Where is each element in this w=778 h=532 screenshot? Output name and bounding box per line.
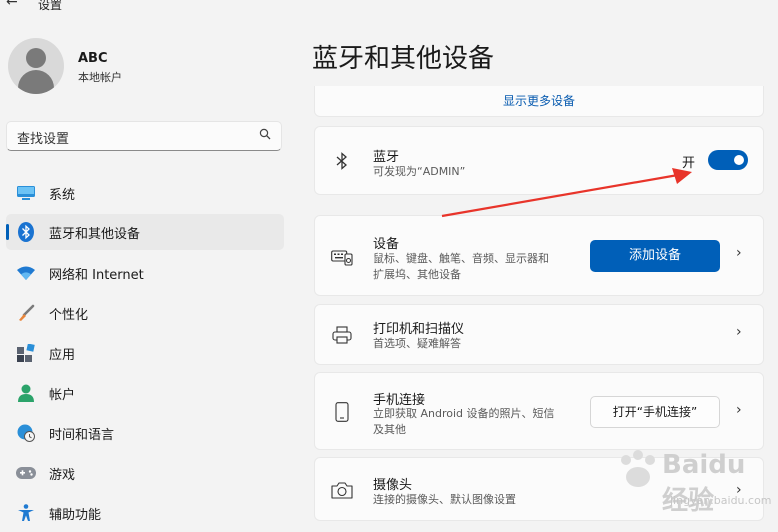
sidebar-item-label: 帐户 [49, 388, 76, 403]
avatar-body [18, 70, 54, 94]
page-title: 蓝牙和其他设备 [312, 44, 495, 74]
chevron-right-icon: › [736, 324, 742, 340]
sidebar-item-apps[interactable]: 应用 [6, 335, 284, 371]
person-icon [16, 383, 36, 403]
sidebar-item-label: 蓝牙和其他设备 [49, 227, 141, 242]
printers-subtitle: 首选项、疑难解答 [373, 337, 461, 350]
globe-clock-icon [16, 423, 36, 443]
bluetooth-toggle[interactable] [708, 150, 748, 170]
keyboard-speaker-icon [331, 246, 353, 268]
sidebar-item-label: 游戏 [49, 468, 76, 483]
monitor-icon [16, 183, 36, 203]
brush-icon [16, 303, 36, 323]
wifi-icon [16, 263, 36, 283]
sidebar-item-system[interactable]: 系统 [6, 175, 284, 211]
baidu-watermark: Baidu经验 jingyan.baidu.com [614, 448, 772, 520]
add-device-button[interactable]: 添加设备 [590, 240, 720, 272]
toggle-knob [734, 155, 744, 165]
devices-subtitle-line1: 鼠标、键盘、触笔、音频、显示器和 [373, 252, 549, 265]
sidebar-item-accounts[interactable]: 帐户 [6, 375, 284, 411]
show-more-devices-label: 显示更多设备 [502, 94, 575, 108]
open-phone-link-button[interactable]: 打开“手机连接” [590, 396, 720, 428]
annotation-arrow [441, 168, 692, 218]
accessibility-icon [16, 503, 36, 523]
watermark-url: jingyan.baidu.com [670, 494, 772, 507]
camera-icon [331, 479, 353, 501]
gamepad-icon [16, 463, 36, 483]
sidebar-item-label: 网络和 Internet [49, 268, 144, 283]
search-placeholder: 查找设置 [17, 132, 70, 147]
avatar[interactable] [8, 38, 64, 94]
phone-link-subtitle-line2: 及其他 [373, 423, 406, 436]
chevron-right-icon: › [736, 245, 742, 261]
apps-icon [16, 343, 36, 363]
show-more-devices-link[interactable]: 显示更多设备 [314, 86, 764, 117]
sidebar-item-label: 时间和语言 [49, 428, 115, 443]
printer-icon [331, 324, 353, 346]
sidebar-item-label: 应用 [49, 348, 76, 363]
printers-card[interactable]: 打印机和扫描仪 首选项、疑难解答 › [314, 304, 764, 365]
phone-link-subtitle-line1: 立即获取 Android 设备的照片、短信 [373, 407, 555, 420]
sidebar-item-bluetooth[interactable]: 蓝牙和其他设备 [6, 214, 284, 250]
bluetooth-title: 蓝牙 [373, 150, 400, 165]
camera-subtitle: 连接的摄像头、默认图像设置 [373, 493, 516, 506]
sidebar-item-label: 系统 [49, 188, 76, 203]
search-icon [259, 128, 271, 143]
sidebar-item-network[interactable]: 网络和 Internet [6, 255, 284, 291]
camera-title: 摄像头 [373, 478, 413, 493]
window-title: 设置 [38, 0, 63, 12]
bluetooth-icon [16, 222, 36, 242]
avatar-head [26, 48, 46, 68]
printers-title: 打印机和扫描仪 [373, 322, 465, 337]
user-name: ABC [78, 51, 108, 66]
bluetooth-icon [331, 150, 353, 172]
sidebar-item-label: 个性化 [49, 308, 89, 323]
sidebar-item-gaming[interactable]: 游戏 [6, 455, 284, 491]
account-type: 本地帐户 [78, 71, 122, 84]
back-button[interactable]: ← [6, 0, 18, 10]
chevron-right-icon: › [736, 402, 742, 418]
sidebar-item-label: 辅助功能 [49, 508, 102, 523]
paw-logo-icon [621, 450, 655, 487]
phone-icon [331, 401, 353, 423]
sidebar-item-time-language[interactable]: 时间和语言 [6, 415, 284, 451]
devices-title: 设备 [373, 237, 400, 252]
selection-indicator [6, 224, 9, 240]
search-input[interactable]: 查找设置 [6, 121, 282, 151]
sidebar-item-accessibility[interactable]: 辅助功能 [6, 495, 284, 531]
sidebar-item-personalization[interactable]: 个性化 [6, 295, 284, 331]
devices-subtitle-line2: 扩展坞、其他设备 [373, 268, 461, 281]
